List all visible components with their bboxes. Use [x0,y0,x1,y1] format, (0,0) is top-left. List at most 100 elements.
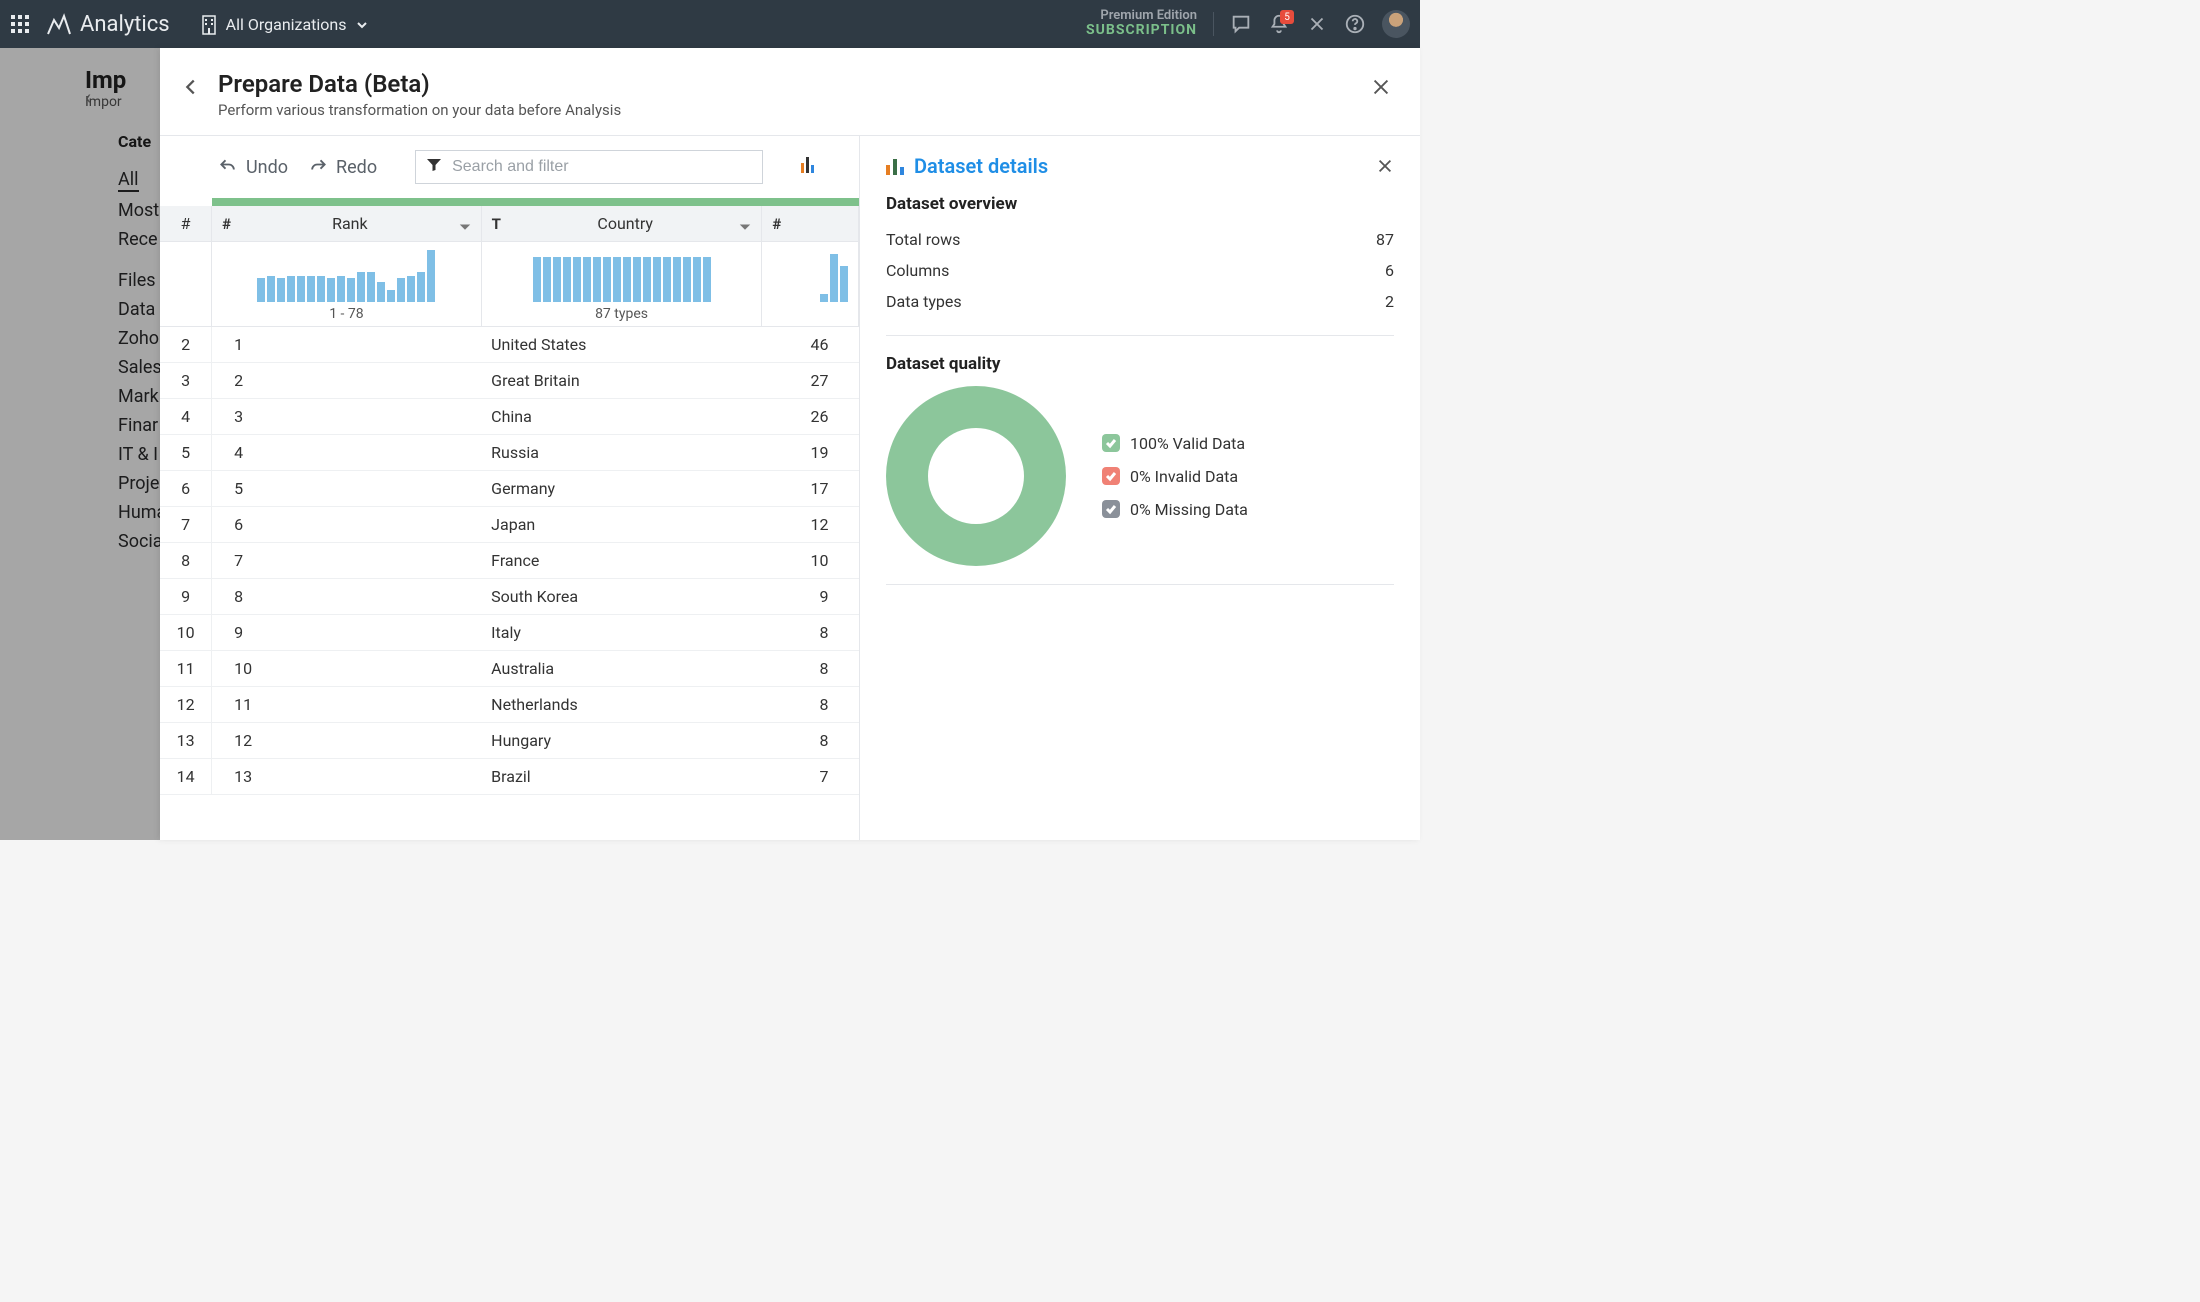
table-row[interactable]: 1110Australia8 [160,651,859,687]
row-index: 8 [160,543,212,579]
overview-label: Columns [886,261,949,280]
table-row[interactable]: 98South Korea9 [160,579,859,615]
value-distribution-chart[interactable] [772,248,848,302]
row-index: 13 [160,723,212,759]
edition-label[interactable]: Premium Edition SUBSCRIPTION [1086,9,1197,39]
overview-label: Data types [886,292,962,311]
cell-value: 26 [762,399,859,435]
legend-item: 0% Invalid Data [1102,467,1248,486]
prepare-data-panel: Prepare Data (Beta) Perform various tran… [160,48,1420,840]
cell-rank: 3 [212,399,482,435]
details-close-button[interactable] [1376,157,1394,175]
column-menu-icon[interactable] [459,218,471,230]
brand[interactable]: Analytics [46,12,170,37]
cell-value: 27 [762,363,859,399]
row-index: 12 [160,687,212,723]
column-header-country[interactable]: T Country [481,206,762,242]
filter-icon [426,157,442,177]
cell-value: 46 [762,327,859,363]
check-icon [1102,467,1120,485]
cell-value: 10 [762,543,859,579]
data-table-scroll[interactable]: # # Rank T Country [160,198,859,840]
rank-distribution-chart[interactable] [222,248,471,302]
table-row[interactable]: 65Germany17 [160,471,859,507]
country-col-label: Country [597,214,653,233]
row-index: 5 [160,435,212,471]
overview-row: Columns6 [886,255,1394,286]
legend-label: 0% Missing Data [1130,500,1248,519]
table-row[interactable]: 1312Hungary8 [160,723,859,759]
panel-header: Prepare Data (Beta) Perform various tran… [160,48,1420,136]
check-icon [1102,434,1120,452]
rank-dist-label: 1 - 78 [222,306,471,322]
edition-line1: Premium Edition [1086,9,1197,23]
panel-back-button[interactable] [180,76,202,98]
legend-label: 100% Valid Data [1130,434,1245,453]
table-row[interactable]: 32Great Britain27 [160,363,859,399]
table-row[interactable]: 87France10 [160,543,859,579]
legend-label: 0% Invalid Data [1130,467,1238,486]
cell-rank: 7 [212,543,482,579]
table-row[interactable]: 76Japan12 [160,507,859,543]
overview-row: Data types 2 [886,286,1394,317]
row-index: 7 [160,507,212,543]
table-row[interactable]: 54Russia19 [160,435,859,471]
cell-rank: 1 [212,327,482,363]
overview-value: 2 [1385,292,1394,311]
apps-grid-icon[interactable] [10,14,30,34]
column-menu-icon[interactable] [739,218,751,230]
overview-value: 87 [1376,230,1394,249]
idx-header: # [160,206,212,242]
sparkline-icon [886,157,904,175]
panel-close-button[interactable] [1370,76,1392,98]
cell-country: Japan [481,507,762,543]
hash-type-icon: # [772,215,781,233]
cell-country: Germany [481,471,762,507]
table-row[interactable]: 1211Netherlands8 [160,687,859,723]
cell-rank: 4 [212,435,482,471]
quality-bar-row [160,198,859,206]
chat-icon[interactable] [1230,13,1252,35]
table-row[interactable]: 1413Brazil7 [160,759,859,795]
search-input[interactable] [452,158,752,176]
column-header-rank[interactable]: # Rank [212,206,482,242]
table-row[interactable]: 109Italy8 [160,615,859,651]
row-index: 14 [160,759,212,795]
cell-value: 12 [762,507,859,543]
bell-icon[interactable]: 5 [1268,13,1290,35]
cell-country: South Korea [481,579,762,615]
stats-toggle-icon[interactable] [801,157,816,177]
org-picker[interactable]: All Organizations [200,13,369,35]
cell-country: United States [481,327,762,363]
column-header-row: # # Rank T Country [160,206,859,242]
table-row[interactable]: 43China26 [160,399,859,435]
help-icon[interactable] [1344,13,1366,35]
undo-button[interactable]: Undo [218,157,288,178]
data-table: # # Rank T Country [160,198,859,795]
details-pane: Dataset details Dataset overview Total r… [860,136,1420,840]
rank-col-label: Rank [332,214,368,233]
overview-title: Dataset overview [886,194,1394,214]
row-index: 3 [160,363,212,399]
tools-icon[interactable] [1306,13,1328,35]
overview-section: Dataset overview Total rows87Columns6Dat… [886,194,1394,317]
cell-rank: 13 [212,759,482,795]
legend-item: 0% Missing Data [1102,500,1248,519]
brand-text: Analytics [80,12,170,37]
chevron-down-icon [355,17,369,31]
notification-badge: 5 [1280,10,1294,24]
table-row[interactable]: 21United States46 [160,327,859,363]
country-distribution-chart[interactable] [492,248,752,302]
undo-label: Undo [246,157,288,178]
redo-button[interactable]: Redo [308,157,377,178]
details-title: Dataset details [914,154,1048,178]
search-filter[interactable] [415,150,763,184]
cell-country: Australia [481,651,762,687]
cell-rank: 5 [212,471,482,507]
row-index: 6 [160,471,212,507]
avatar[interactable] [1382,10,1410,38]
column-header-value[interactable]: # [762,206,859,242]
cell-value: 8 [762,651,859,687]
data-grid-area: Undo Redo [160,136,860,840]
cell-value: 17 [762,471,859,507]
